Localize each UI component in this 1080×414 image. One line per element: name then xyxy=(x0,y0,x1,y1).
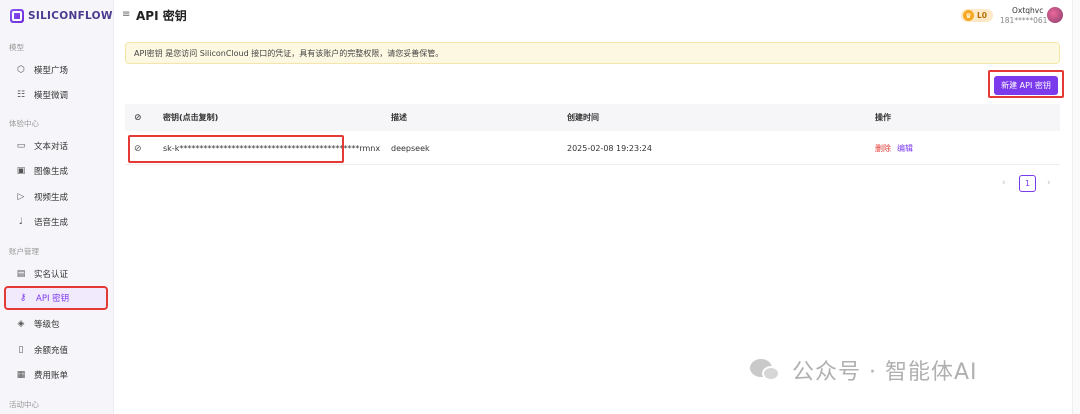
page-number[interactable]: 1 xyxy=(1019,175,1036,192)
scrollbar[interactable] xyxy=(1072,0,1080,414)
notice-banner: API密钥 是您访问 SiliconCloud 接口的凭证，具有该账户的完整权限… xyxy=(125,42,1060,64)
sidebar: SILICONFLOW 模型 ⬡ 模型广场 ☷ 模型微调 体验中心 ▭ 文本对话 ▣ 图… xyxy=(0,0,114,414)
sidebar-item-image-gen[interactable]: ▣ 图像生成 xyxy=(4,159,108,183)
edit-link[interactable]: 编辑 xyxy=(897,143,913,154)
sliders-icon: ☷ xyxy=(16,90,26,100)
sidebar-item-label: 实名认证 xyxy=(34,270,69,280)
section-activity: 活动中心 xyxy=(9,400,39,409)
key-created-time: 2025-02-08 19:23:24 xyxy=(567,144,652,153)
sidebar-item-label: 费用账单 xyxy=(34,371,69,381)
wechat-icon xyxy=(750,357,782,383)
sidebar-item-label: 文本对话 xyxy=(34,142,69,152)
col-key: 密钥(点击复制) xyxy=(163,113,219,122)
sidebar-item-label: 余额充值 xyxy=(34,346,69,356)
bill-icon: ▦ xyxy=(16,370,26,380)
sidebar-item-recharge[interactable]: ▯ 余额充值 xyxy=(4,338,108,362)
sidebar-item-label: 视频生成 xyxy=(34,193,69,203)
chat-icon: ▭ xyxy=(16,141,26,151)
sidebar-item-video-gen[interactable]: ▷ 视频生成 xyxy=(4,185,108,209)
package-icon: ◈ xyxy=(17,319,25,329)
chevron-left-icon[interactable]: ‹ xyxy=(1002,178,1006,188)
sidebar-item-level-pack[interactable]: ◈ 等级包 xyxy=(4,312,108,336)
image-icon: ▣ xyxy=(16,166,26,176)
level-text: L0 xyxy=(977,11,987,20)
cube-icon: ⬡ xyxy=(17,65,25,75)
sidebar-item-label: 语音生成 xyxy=(34,218,69,228)
sidebar-item-label: 模型广场 xyxy=(34,66,69,76)
sidebar-item-fine-tune[interactable]: ☷ 模型微调 xyxy=(4,83,108,107)
table-header: ⊘ 密钥(点击复制) 描述 创建时间 操作 xyxy=(125,104,1060,131)
menu-icon[interactable]: ≡ xyxy=(122,9,130,20)
video-icon: ▷ xyxy=(17,192,25,202)
col-created: 创建时间 xyxy=(567,113,599,122)
crown-icon: ♛ xyxy=(963,10,974,21)
logo-icon xyxy=(10,9,24,23)
level-badge[interactable]: ♛ L0 xyxy=(961,9,993,22)
sidebar-item-verification[interactable]: ▤ 实名认证 xyxy=(4,262,108,286)
logo[interactable]: SILICONFLOW xyxy=(0,0,113,32)
section-models: 模型 xyxy=(9,43,24,52)
sidebar-item-label: API 密钥 xyxy=(36,294,70,304)
eye-slash-icon[interactable]: ⊘ xyxy=(134,104,142,131)
new-api-key-button[interactable]: 新建 API 密钥 xyxy=(994,76,1058,95)
id-card-icon: ▤ xyxy=(16,269,26,279)
chevron-right-icon[interactable]: › xyxy=(1047,178,1051,188)
mic-icon: ♩ xyxy=(18,217,24,227)
avatar[interactable] xyxy=(1047,7,1063,23)
page-title: API 密钥 xyxy=(136,9,187,23)
key-icon: ⚷ xyxy=(19,293,27,303)
user-name: Oxtqhvc xyxy=(1012,6,1044,15)
highlight-box xyxy=(128,135,344,163)
row-actions: 删除 编辑 xyxy=(875,133,913,164)
wallet-icon: ▯ xyxy=(18,345,24,355)
sidebar-item-label: 等级包 xyxy=(34,320,60,330)
section-account: 账户管理 xyxy=(9,247,39,256)
col-description: 描述 xyxy=(391,113,407,122)
user-phone: 181*****061 xyxy=(1000,16,1048,25)
sidebar-item-billing[interactable]: ▦ 费用账单 xyxy=(4,363,108,387)
watermark: 公众号 · 智能体AI xyxy=(750,354,978,386)
logo-text: SILICONFLOW xyxy=(28,10,113,22)
sidebar-item-api-keys[interactable]: ⚷ API 密钥 xyxy=(4,286,108,310)
sidebar-item-voice-gen[interactable]: ♩ 语音生成 xyxy=(4,210,108,234)
key-description: deepseek xyxy=(391,144,430,153)
col-actions: 操作 xyxy=(875,113,891,122)
notice-text: API密钥 是您访问 SiliconCloud 接口的凭证，具有该账户的完整权限… xyxy=(134,48,444,58)
sidebar-item-label: 模型微调 xyxy=(34,91,69,101)
sidebar-item-text-chat[interactable]: ▭ 文本对话 xyxy=(4,134,108,158)
sidebar-item-model-square[interactable]: ⬡ 模型广场 xyxy=(4,58,108,82)
delete-link[interactable]: 删除 xyxy=(875,143,891,154)
watermark-text: 公众号 · 智能体AI xyxy=(792,360,978,385)
section-experience: 体验中心 xyxy=(9,119,39,128)
sidebar-item-label: 图像生成 xyxy=(34,167,69,177)
